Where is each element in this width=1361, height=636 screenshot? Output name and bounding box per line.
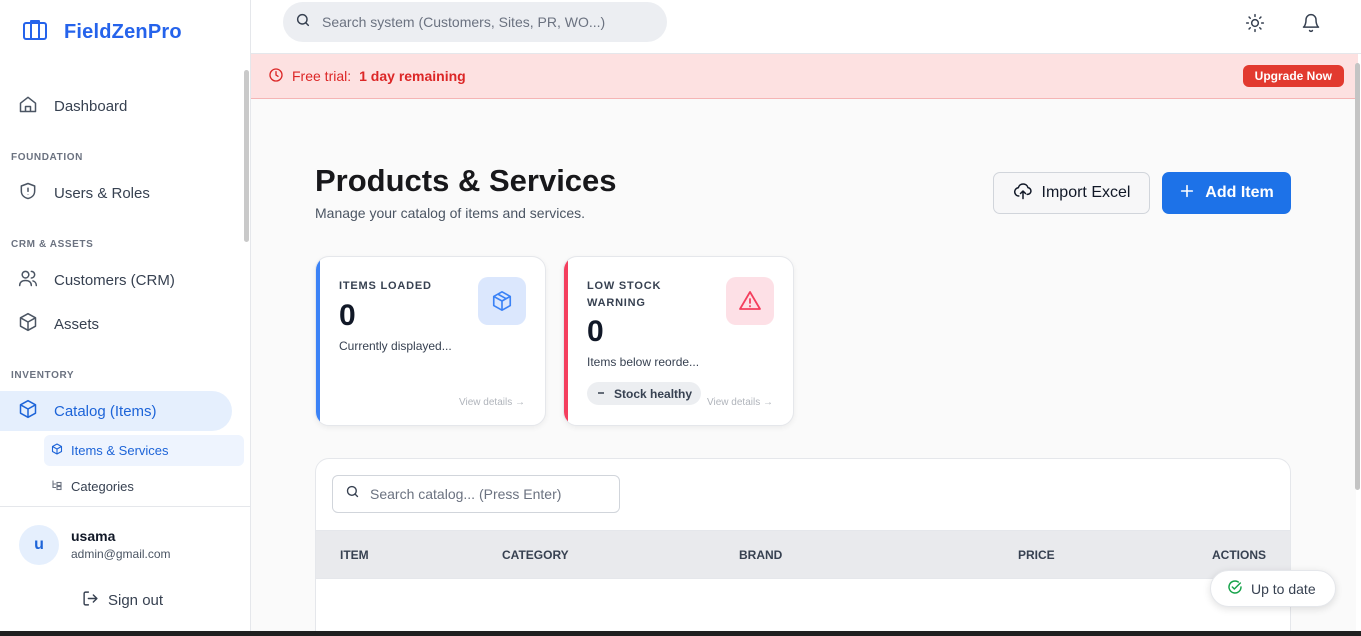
home-icon xyxy=(18,94,38,118)
trial-text: Free trial: xyxy=(292,68,352,84)
sidebar-item-label: Catalog (Items) xyxy=(54,402,157,420)
global-search[interactable] xyxy=(283,2,667,42)
sidebar-item-label: Dashboard xyxy=(54,97,128,115)
import-excel-button[interactable]: Import Excel xyxy=(993,172,1150,214)
brand[interactable]: FieldZenPro xyxy=(22,18,182,47)
catalog-search[interactable] xyxy=(332,475,620,513)
stat-label: LOW STOCK WARNING xyxy=(587,278,661,312)
users-icon xyxy=(18,268,38,292)
sun-icon[interactable] xyxy=(1243,11,1267,35)
catalog-table-panel: ITEM CATEGORY BRAND PRICE ACTIONS xyxy=(315,458,1291,636)
user-email: admin@gmail.com xyxy=(71,547,171,561)
card-accent xyxy=(564,257,568,425)
column-header-price[interactable]: PRICE xyxy=(1018,548,1055,562)
sidebar: FieldZenPro Dashboard FOUNDATION Users &… xyxy=(0,0,251,636)
sidebar-item-catalog[interactable]: Catalog (Items) xyxy=(0,391,232,431)
minus-icon xyxy=(596,387,606,401)
sidebar-item-assets[interactable]: Assets xyxy=(0,304,232,344)
box-icon xyxy=(18,312,38,336)
stat-label-line: WARNING xyxy=(587,297,646,309)
stock-status-badge: Stock healthy xyxy=(587,382,702,405)
brand-name: FieldZenPro xyxy=(64,21,182,43)
box-icon xyxy=(18,399,38,423)
sidebar-item-label: Customers (CRM) xyxy=(54,271,175,289)
search-icon xyxy=(295,12,311,33)
import-excel-label: Import Excel xyxy=(1041,184,1131,201)
column-header-actions: ACTIONS xyxy=(1212,548,1266,562)
stat-description: Currently displayed... xyxy=(339,339,452,353)
topbar xyxy=(251,0,1361,54)
check-circle-icon xyxy=(1227,579,1243,598)
section-label-foundation: FOUNDATION xyxy=(11,152,83,163)
sidebar-item-label: Assets xyxy=(54,315,100,333)
alert-triangle-icon xyxy=(726,277,774,325)
column-header-category[interactable]: CATEGORY xyxy=(502,548,569,562)
box-icon xyxy=(51,443,63,458)
sign-out-label: Sign out xyxy=(108,592,164,609)
page-scrollbar[interactable] xyxy=(1355,63,1360,490)
card-accent xyxy=(316,257,320,425)
view-details-link[interactable]: View details → xyxy=(459,397,525,408)
sidebar-subitem-label: Items & Services xyxy=(71,443,169,458)
os-taskbar xyxy=(0,631,1361,636)
view-details-link[interactable]: View details → xyxy=(707,397,773,408)
sidebar-subitem-categories[interactable]: Categories xyxy=(44,471,244,502)
toast-label: Up to date xyxy=(1251,580,1316,597)
package-icon xyxy=(478,277,526,325)
stat-description: Items below reorde... xyxy=(587,355,700,369)
stat-label: ITEMS LOADED xyxy=(339,280,432,292)
stat-value: 0 xyxy=(339,299,356,332)
tree-icon xyxy=(51,479,63,494)
sign-out-button[interactable]: Sign out xyxy=(82,590,163,611)
plus-icon xyxy=(1179,183,1195,204)
sidebar-item-customers[interactable]: Customers (CRM) xyxy=(0,260,232,300)
trial-remaining: 1 day remaining xyxy=(359,68,466,84)
sidebar-subitem-label: Categories xyxy=(71,479,134,494)
add-item-button[interactable]: Add Item xyxy=(1162,172,1291,214)
badge-label: Stock healthy xyxy=(614,386,693,401)
table-header: ITEM CATEGORY BRAND PRICE ACTIONS xyxy=(316,530,1290,579)
sidebar-item-label: Users & Roles xyxy=(54,184,150,202)
trial-banner: Free trial: 1 day remaining Upgrade Now xyxy=(251,54,1358,99)
sidebar-subitem-items-services[interactable]: Items & Services xyxy=(44,435,244,466)
page-subtitle: Manage your catalog of items and service… xyxy=(315,205,586,221)
user-name: usama xyxy=(71,528,116,544)
bell-icon[interactable] xyxy=(1299,11,1323,35)
stat-card-items-loaded[interactable]: ITEMS LOADED 0 Currently displayed... Vi… xyxy=(315,256,546,426)
stat-card-low-stock[interactable]: LOW STOCK WARNING 0 Items below reorde..… xyxy=(563,256,794,426)
shield-icon xyxy=(18,181,38,205)
sidebar-item-dashboard[interactable]: Dashboard xyxy=(0,86,232,126)
briefcase-icon xyxy=(22,18,48,47)
global-search-input[interactable] xyxy=(322,14,642,30)
stat-label-line: LOW STOCK xyxy=(587,280,662,292)
clock-icon xyxy=(268,67,284,86)
catalog-search-input[interactable] xyxy=(370,486,610,502)
sync-status-toast[interactable]: Up to date xyxy=(1210,570,1336,607)
cloud-upload-icon xyxy=(1013,181,1033,206)
column-header-brand[interactable]: BRAND xyxy=(739,548,782,562)
column-header-item[interactable]: ITEM xyxy=(340,548,369,562)
sidebar-scrollbar[interactable] xyxy=(244,70,249,242)
upgrade-now-button[interactable]: Upgrade Now xyxy=(1242,65,1344,87)
sidebar-item-users-roles[interactable]: Users & Roles xyxy=(0,173,232,213)
section-label-inventory: INVENTORY xyxy=(11,370,75,381)
user-panel: u usama admin@gmail.com Sign out xyxy=(0,506,250,636)
page-title: Products & Services xyxy=(315,163,617,198)
logout-icon xyxy=(82,590,99,611)
search-icon xyxy=(345,484,360,504)
stat-value: 0 xyxy=(587,315,604,348)
section-label-crm-assets: CRM & ASSETS xyxy=(11,239,94,250)
add-item-label: Add Item xyxy=(1205,184,1274,201)
avatar[interactable]: u xyxy=(19,525,59,565)
